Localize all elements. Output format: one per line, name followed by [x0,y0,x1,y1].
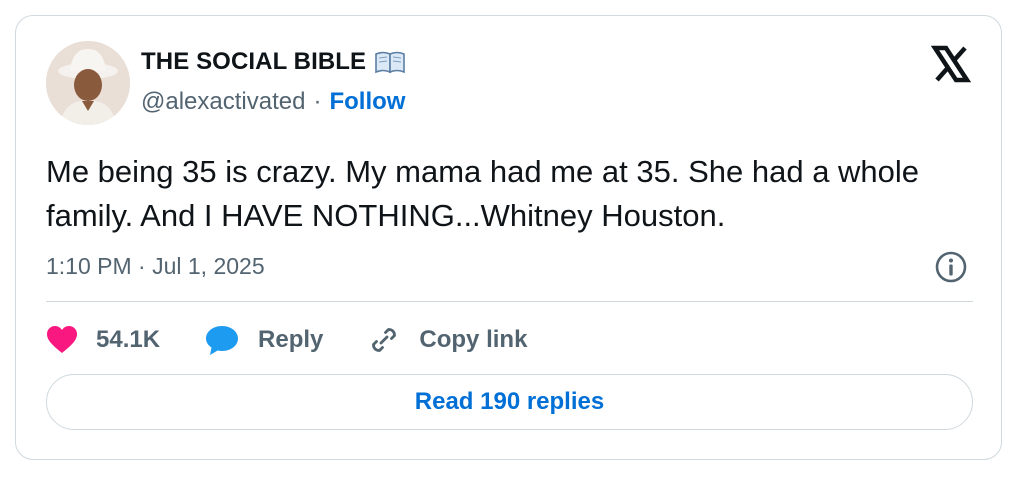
like-button[interactable]: 54.1K [46,325,160,355]
tweet-text: Me being 35 is crazy. My mama had me at … [46,154,920,233]
avatar-photo [46,41,130,125]
tweet-timestamp[interactable]: 1:10 PM · Jul 1, 2025 [46,250,265,282]
divider [46,301,973,302]
open-book-icon [374,50,406,74]
action-bar: 54.1K Reply Copy link [46,318,571,362]
author-handle[interactable]: @alexactivated [141,88,305,116]
link-icon [372,328,397,352]
info-icon[interactable] [934,250,968,284]
avatar[interactable] [46,41,130,125]
tweet-card: THE SOCIAL BIBLE @alexactivated · Follow… [15,15,1002,460]
read-replies-button[interactable]: Read 190 replies [46,374,973,430]
author-name[interactable]: THE SOCIAL BIBLE [141,48,366,76]
follow-button[interactable]: Follow [329,88,405,116]
copy-link-button[interactable]: Copy link [367,323,527,357]
heart-icon [47,326,77,353]
separator-dot: · [313,88,322,115]
x-logo-icon[interactable] [930,44,972,84]
copy-link-label: Copy link [419,326,528,353]
like-count: 54.1K [96,326,161,353]
speech-bubble-icon [206,326,239,355]
author-name-row: THE SOCIAL BIBLE [141,46,406,78]
handle-row: @alexactivated · Follow [141,86,405,118]
reply-button[interactable]: Reply [204,324,323,356]
reply-label: Reply [258,326,324,353]
